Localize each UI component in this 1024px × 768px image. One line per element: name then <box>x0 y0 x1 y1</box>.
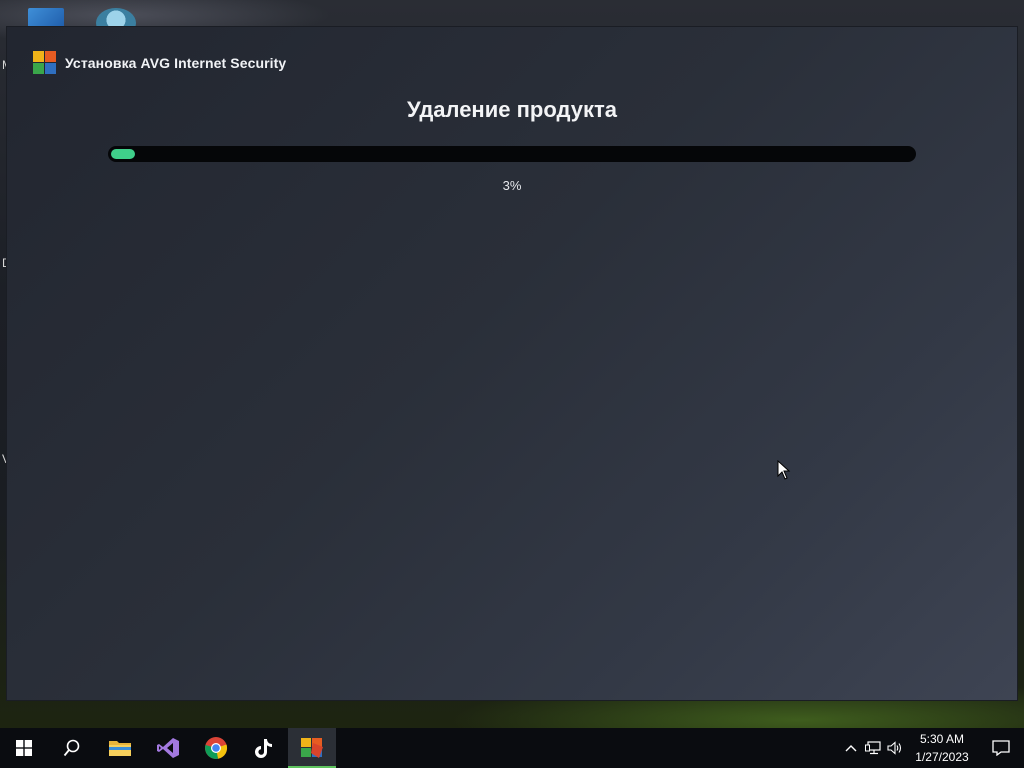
avg-installer-window: Установка AVG Internet Security Удаление… <box>7 27 1017 700</box>
clock-time: 5:30 AM <box>919 732 965 746</box>
system-tray: 5:30 AM 1/27/2023 <box>840 728 1024 768</box>
mouse-cursor-icon <box>777 460 791 480</box>
window-title-bar: Установка AVG Internet Security <box>33 51 286 75</box>
volume-button[interactable] <box>884 728 906 768</box>
show-hidden-icons-button[interactable] <box>840 728 862 768</box>
progress-bar-fill <box>111 149 135 159</box>
file-explorer-button[interactable] <box>96 728 144 768</box>
speaker-icon <box>887 741 902 755</box>
avg-installer-button[interactable] <box>288 728 336 768</box>
action-center-button[interactable] <box>978 728 1024 768</box>
avg-icon <box>301 738 323 758</box>
taskbar: 5:30 AM 1/27/2023 <box>0 728 1024 768</box>
notification-icon <box>992 740 1010 756</box>
search-icon <box>63 739 80 757</box>
search-button[interactable] <box>48 728 96 768</box>
avg-logo-icon <box>33 51 57 75</box>
network-button[interactable] <box>862 728 884 768</box>
page-heading: Удаление продукта <box>407 97 617 122</box>
visual-studio-icon <box>157 738 179 758</box>
tiktok-button[interactable] <box>240 728 288 768</box>
progress-percent-label: 3% <box>502 178 522 193</box>
chevron-up-icon <box>845 745 857 752</box>
start-button[interactable] <box>0 728 48 768</box>
taskbar-clock[interactable]: 5:30 AM 1/27/2023 <box>906 728 978 768</box>
chrome-button[interactable] <box>192 728 240 768</box>
windows-logo-icon <box>16 740 32 756</box>
chrome-icon <box>205 737 228 759</box>
tiktok-icon <box>255 739 272 758</box>
uninstall-progress-bar <box>108 146 916 162</box>
visual-studio-button[interactable] <box>144 728 192 768</box>
window-title: Установка AVG Internet Security <box>65 55 287 71</box>
network-icon <box>865 741 881 755</box>
folder-icon <box>109 741 131 756</box>
clock-date: 1/27/2023 <box>915 750 969 764</box>
